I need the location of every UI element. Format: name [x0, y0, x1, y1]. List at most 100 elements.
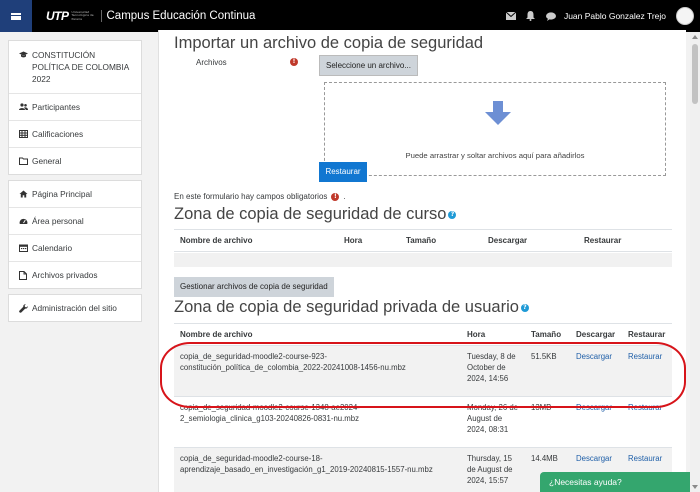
column-header-filename: Nombre de archivo — [174, 323, 461, 346]
user-name[interactable]: Juan Pablo Gonzalez Trejo — [564, 11, 666, 21]
time-cell: Thursday, 15 de August de 2024, 15:57 — [461, 447, 525, 492]
user-avatar[interactable] — [676, 7, 694, 25]
download-link-cell: Descargar — [570, 345, 622, 397]
table-icon — [19, 128, 28, 140]
sidebar-item-label: Calendario — [32, 243, 73, 253]
import-title: Importar un archivo de copia de segurida… — [174, 34, 484, 52]
home-icon — [19, 188, 28, 200]
column-header-time: Hora — [338, 229, 400, 252]
mail-icon[interactable] — [505, 11, 516, 21]
column-header-size: Tamaño — [525, 323, 570, 346]
wrench-icon — [19, 302, 28, 314]
sidebar-item-label: Calificaciones — [32, 129, 84, 139]
logo-divider — [100, 10, 102, 22]
calendar-icon — [19, 242, 28, 254]
utp-logo: UTP Universidad Tecnológica de Pereira — [46, 9, 98, 23]
download-link-cell: Descargar — [570, 397, 622, 448]
download-arrow-icon — [485, 101, 511, 127]
sidebar-item-label: Área personal — [32, 216, 84, 226]
download-link[interactable]: Descargar — [576, 454, 612, 463]
brand[interactable]: UTP Universidad Tecnológica de Pereira C… — [46, 9, 255, 23]
restore-button[interactable]: Restaurar — [319, 162, 367, 182]
required-note: En este formulario hay campos obligatori… — [174, 192, 346, 201]
size-cell: 13MB — [531, 403, 552, 412]
sidebar-item-label: General — [32, 156, 62, 166]
page-scrollbar[interactable] — [690, 32, 700, 492]
scrollbar-thumb[interactable] — [692, 44, 698, 104]
sidebar-item-calificaciones[interactable]: Calificaciones — [9, 121, 141, 148]
restore-link[interactable]: Restaurar — [628, 352, 662, 361]
column-header-filename: Nombre de archivo — [174, 229, 338, 252]
empty-table-row — [174, 253, 672, 267]
files-label: Archivos — [196, 58, 227, 67]
file-dropzone[interactable]: Puede arrastrar y soltar archivos aquí p… — [324, 82, 666, 176]
sidebar: CONSTITUCIÓN POLÍTICA DE COLOMBIA 2022 P… — [8, 40, 142, 327]
required-note-text: En este formulario hay campos obligatori… — [174, 192, 328, 201]
sidebar-item-pagina-principal[interactable]: Página Principal — [9, 181, 141, 208]
sidebar-item-course[interactable]: CONSTITUCIÓN POLÍTICA DE COLOMBIA 2022 — [9, 41, 141, 94]
download-link[interactable]: Descargar — [576, 403, 612, 412]
sidebar-item-label: CONSTITUCIÓN POLÍTICA DE COLOMBIA 2022 — [32, 50, 129, 84]
sidebar-item-general[interactable]: General — [9, 148, 141, 174]
scroll-up-arrow-icon[interactable] — [692, 35, 698, 39]
column-header-restore: Restaurar — [622, 323, 672, 346]
filename-cell: copia_de_seguridad-moodle2-course-923-co… — [174, 345, 461, 397]
course-backup-table: Nombre de archivo Hora Tamaño Descargar … — [174, 229, 672, 252]
sidebar-item-label: Página Principal — [32, 189, 92, 199]
sidebar-item-participantes[interactable]: Participantes — [9, 94, 141, 121]
logo-text: UTP — [46, 9, 69, 23]
filename-cell: copia_de_seguridad-moodle2-course-1348-a… — [180, 403, 360, 423]
restore-link-cell: Restaurar — [622, 345, 672, 397]
help-icon[interactable]: ? — [448, 210, 457, 219]
table-row: copia_de_seguridad-moodle2-course-923-co… — [174, 345, 672, 397]
sidebar-item-administracion[interactable]: Administración del sitio — [9, 295, 141, 321]
required-icon: ! — [331, 192, 340, 201]
time-cell: Tuesday, 8 de October de 2024, 14:56 — [461, 345, 525, 397]
menu-icon — [11, 12, 21, 20]
course-nav-block: CONSTITUCIÓN POLÍTICA DE COLOMBIA 2022 P… — [8, 40, 142, 175]
chat-bubble-icon[interactable] — [545, 11, 556, 21]
column-header-time: Hora — [461, 323, 525, 346]
restore-link[interactable]: Restaurar — [628, 403, 662, 412]
sidebar-item-area-personal[interactable]: Área personal — [9, 208, 141, 235]
graduation-cap-icon — [19, 49, 28, 61]
download-link[interactable]: Descargar — [576, 352, 612, 361]
scroll-down-arrow-icon[interactable] — [692, 485, 698, 489]
column-header-download: Descargar — [570, 323, 622, 346]
select-file-button[interactable]: Seleccione un archivo... — [319, 55, 418, 76]
sidebar-item-archivos-privados[interactable]: Archivos privados — [9, 262, 141, 288]
bell-icon[interactable] — [526, 11, 536, 21]
user-backup-title: Zona de copia de seguridad privada de us… — [174, 298, 519, 316]
required-icon: ! — [290, 58, 298, 66]
site-title: Campus Educación Continua — [106, 10, 256, 22]
filename-cell: copia_de_seguridad-moodle2-course-18-apr… — [174, 447, 461, 492]
main-content: Importar un archivo de copia de segurida… — [158, 30, 686, 492]
navbar-actions: Juan Pablo Gonzalez Trejo — [505, 0, 694, 32]
menu-toggle-button[interactable] — [0, 0, 32, 32]
column-header-download: Descargar — [482, 229, 578, 252]
help-icon[interactable]: ? — [520, 303, 529, 312]
sidebar-item-calendario[interactable]: Calendario — [9, 235, 141, 262]
admin-nav-block: Administración del sitio — [8, 294, 142, 322]
course-backup-heading: Zona de copia de seguridad de curso ? — [174, 205, 457, 224]
sidebar-item-label: Administración del sitio — [32, 303, 117, 313]
help-chat-button[interactable]: ¿Necesitas ayuda? — [540, 472, 696, 492]
column-header-restore: Restaurar — [578, 229, 672, 252]
table-row: copia_de_seguridad-moodle2-course-1348-a… — [174, 396, 672, 448]
site-nav-block: Página Principal Área personal Calendari… — [8, 180, 142, 289]
time-cell: Monday, 26 de August de 2024, 08:31 — [467, 403, 519, 434]
logo-subtext: Universidad Tecnológica de Pereira — [71, 9, 94, 21]
required-note-suffix: . — [343, 192, 346, 201]
sidebar-item-label: Participantes — [32, 102, 80, 112]
user-backup-heading: Zona de copia de seguridad privada de us… — [174, 298, 529, 317]
users-icon — [19, 101, 28, 113]
column-header-size: Tamaño — [400, 229, 482, 252]
course-backup-title: Zona de copia de seguridad de curso — [174, 205, 447, 223]
size-cell: 51.5KB — [525, 345, 570, 397]
file-icon — [19, 269, 28, 281]
top-navbar: UTP Universidad Tecnológica de Pereira C… — [0, 0, 700, 32]
restore-link-cell: Restaurar — [622, 397, 672, 448]
manage-backups-button[interactable]: Gestionar archivos de copia de seguridad — [174, 277, 334, 297]
restore-link[interactable]: Restaurar — [628, 454, 662, 463]
user-backup-table: Nombre de archivo Hora Tamaño Descargar … — [174, 323, 672, 492]
